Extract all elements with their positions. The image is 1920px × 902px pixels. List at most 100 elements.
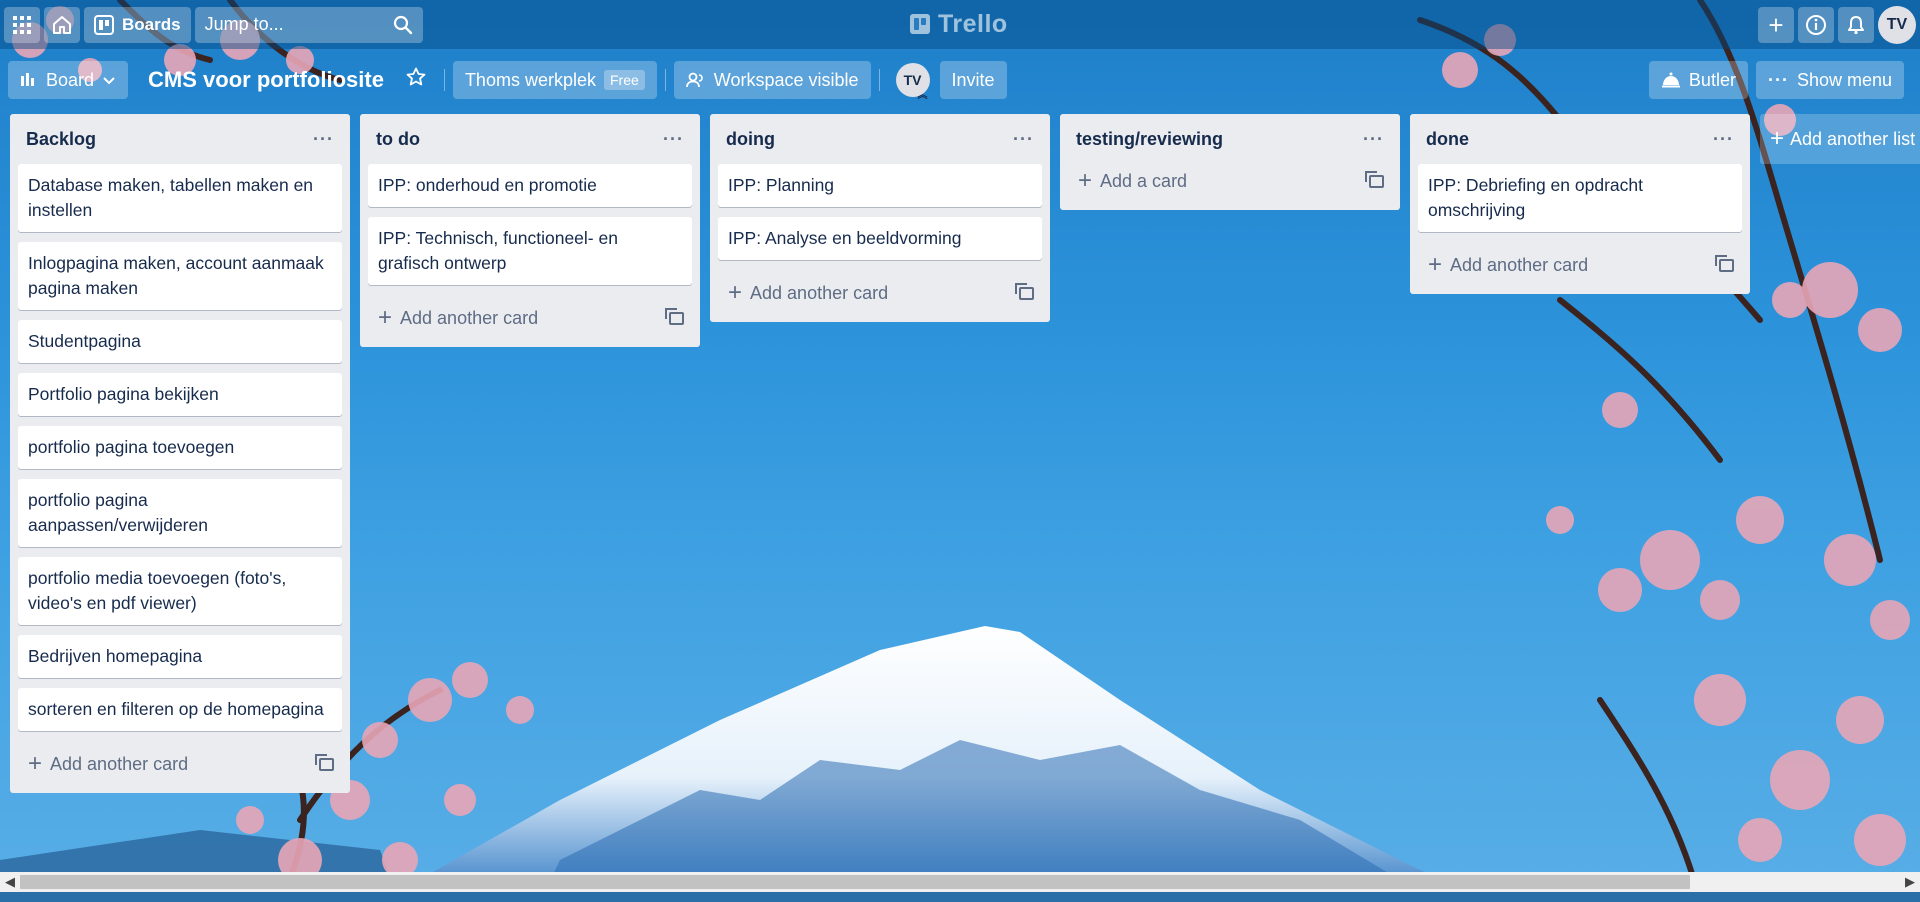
chart-bars-icon <box>21 73 34 86</box>
board-canvas: Backlog ··· Database maken, tabellen mak… <box>0 114 1920 874</box>
invite-button[interactable]: Invite <box>939 61 1007 99</box>
card[interactable]: portfolio pagina toevoegen <box>18 426 342 469</box>
chevron-down-icon <box>103 77 115 85</box>
list-done[interactable]: done ··· IPP: Debriefing en opdracht oms… <box>1410 114 1750 294</box>
card-template-icon[interactable] <box>1365 170 1384 188</box>
list-doing[interactable]: doing ··· IPP: Planning IPP: Analyse en … <box>710 114 1050 322</box>
card[interactable]: Inlogpagina maken, account aanmaak pagin… <box>18 242 342 310</box>
add-card-label: Add another card <box>50 753 189 774</box>
scrollbar-track[interactable] <box>20 875 1900 889</box>
home-button[interactable] <box>44 6 80 43</box>
plus-icon: + <box>1768 10 1784 40</box>
card[interactable]: sorteren en filteren op de homepagina <box>18 688 342 731</box>
workspace-button[interactable]: Thoms werkplek Free <box>452 61 657 99</box>
board-view-label: Board <box>46 69 95 90</box>
show-menu-button[interactable]: ··· Show menu <box>1755 61 1904 99</box>
show-menu-label: Show menu <box>1796 69 1892 90</box>
card[interactable]: Bedrijven homepagina <box>18 635 342 678</box>
grid-icon <box>13 15 31 34</box>
plus-icon: + <box>1078 167 1093 194</box>
boards-label: Boards <box>122 14 181 34</box>
board-view-switcher[interactable]: Board <box>8 61 129 99</box>
workspace-label: Thoms werkplek <box>464 69 596 90</box>
board-title[interactable]: CMS voor portfoliosite <box>136 67 396 93</box>
list-title[interactable]: testing/reviewing <box>1076 129 1223 150</box>
card[interactable]: IPP: onderhoud en promotie <box>368 164 692 207</box>
add-card-button[interactable]: + Add another card <box>1418 242 1742 288</box>
list-title[interactable]: to do <box>376 129 420 150</box>
plus-icon: + <box>28 750 43 777</box>
butler-button[interactable]: Butler <box>1648 61 1748 99</box>
add-list-button[interactable]: + Add another list <box>1760 114 1920 164</box>
info-button[interactable] <box>1798 7 1834 43</box>
card-template-icon[interactable] <box>665 307 684 325</box>
list-actions-icon[interactable]: ··· <box>1013 129 1034 150</box>
card[interactable]: IPP: Technisch, functioneel- en grafisch… <box>368 217 692 285</box>
card[interactable]: portfolio media toevoegen (foto's, video… <box>18 557 342 625</box>
scroll-left-icon[interactable]: ◀ <box>0 874 20 890</box>
trello-logo-icon <box>910 14 930 34</box>
card[interactable]: portfolio pagina aanpassen/verwijderen <box>18 479 342 547</box>
header-divider <box>878 69 880 91</box>
bell-icon <box>1848 16 1864 35</box>
add-list-label: Add another list <box>1790 128 1916 149</box>
list-actions-icon[interactable]: ··· <box>1363 129 1384 150</box>
star-board-button[interactable] <box>400 67 432 93</box>
list-backlog[interactable]: Backlog ··· Database maken, tabellen mak… <box>10 114 350 793</box>
apps-grid-button[interactable] <box>4 6 40 43</box>
plus-icon: + <box>1770 125 1785 152</box>
card[interactable]: Studentpagina <box>18 320 342 363</box>
boards-button[interactable]: Boards <box>84 6 191 43</box>
card[interactable]: Database maken, tabellen maken en instel… <box>18 164 342 232</box>
header-divider <box>443 69 445 91</box>
horizontal-scrollbar[interactable]: ◀ ▶ <box>0 872 1920 892</box>
add-card-label: Add a card <box>1100 170 1188 191</box>
search-icon <box>393 15 412 34</box>
card-template-icon[interactable] <box>1715 254 1734 272</box>
list-actions-icon[interactable]: ··· <box>663 129 684 150</box>
people-icon <box>685 72 703 88</box>
trello-logo[interactable]: Trello <box>910 8 1008 40</box>
plus-icon: + <box>378 304 393 331</box>
add-card-label: Add another card <box>750 282 889 303</box>
butler-bell-icon <box>1661 72 1680 88</box>
star-icon <box>406 67 426 86</box>
member-avatar[interactable]: TV ︽ <box>895 63 930 101</box>
workspace-plan-badge: Free <box>603 70 645 90</box>
board-header: Board CMS voor portfoliosite Thoms werkp… <box>0 55 1920 105</box>
card-template-icon[interactable] <box>315 753 334 771</box>
plus-icon: + <box>1428 251 1443 278</box>
card-template-icon[interactable] <box>1015 282 1034 300</box>
boards-icon <box>94 14 114 35</box>
scroll-right-icon[interactable]: ▶ <box>1900 874 1920 890</box>
plus-icon: + <box>728 279 743 306</box>
card[interactable]: IPP: Analyse en beeldvorming <box>718 217 1042 260</box>
list-title[interactable]: doing <box>726 129 775 150</box>
add-card-button[interactable]: + Add another card <box>368 295 692 341</box>
list-actions-icon[interactable]: ··· <box>313 129 334 150</box>
visibility-button[interactable]: Workspace visible <box>673 61 871 99</box>
notifications-button[interactable] <box>1838 7 1874 43</box>
scrollbar-thumb[interactable] <box>20 875 1690 889</box>
card[interactable]: IPP: Planning <box>718 164 1042 207</box>
add-card-label: Add another card <box>400 307 539 328</box>
add-card-button[interactable]: + Add another card <box>718 270 1042 316</box>
info-icon <box>1806 15 1826 35</box>
jump-to-search[interactable]: Jump to... <box>194 6 423 43</box>
search-placeholder: Jump to... <box>204 14 284 34</box>
list-actions-icon[interactable]: ··· <box>1713 129 1734 150</box>
card[interactable]: Portfolio pagina bekijken <box>18 373 342 416</box>
butler-label: Butler <box>1688 69 1736 90</box>
admin-chevron-icon: ︽ <box>917 90 928 101</box>
list-testing-reviewing[interactable]: testing/reviewing ··· + Add a card <box>1060 114 1400 210</box>
list-title[interactable]: Backlog <box>26 129 96 150</box>
list-to-do[interactable]: to do ··· IPP: onderhoud en promotie IPP… <box>360 114 700 347</box>
create-button[interactable]: + <box>1758 7 1794 43</box>
user-avatar[interactable]: TV <box>1878 6 1916 44</box>
bottom-background-strip <box>0 892 1920 902</box>
card[interactable]: IPP: Debriefing en opdracht omschrijving <box>1418 164 1742 232</box>
home-icon <box>53 15 71 34</box>
list-title[interactable]: done <box>1426 129 1469 150</box>
add-card-button[interactable]: + Add a card <box>1068 158 1392 204</box>
add-card-button[interactable]: + Add another card <box>18 741 342 787</box>
